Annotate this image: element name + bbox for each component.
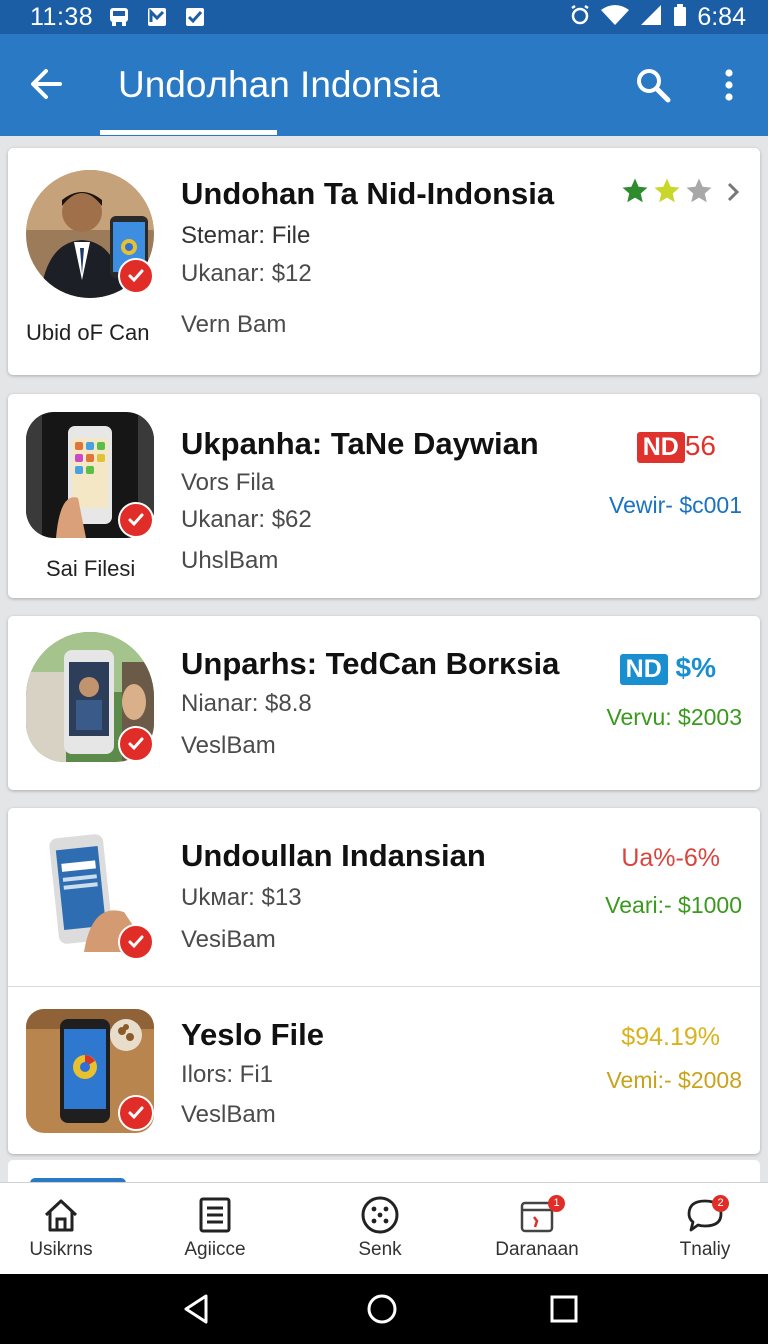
battery-icon [673, 3, 687, 31]
badge-value: $% [675, 652, 716, 683]
item-subtitle: Stemar: File [181, 222, 311, 249]
badge-value: 56 [684, 430, 716, 461]
check-icon [118, 502, 154, 538]
home-icon [41, 1195, 81, 1235]
check-icon [118, 924, 154, 960]
item-price: Ukanar: $62 [181, 506, 312, 533]
nav-item-calendar[interactable]: 1 Daranaan [462, 1183, 612, 1275]
thumb-caption: Ubid oF Can [26, 320, 150, 345]
nav-item-home[interactable]: Usikrns [0, 1183, 136, 1275]
signal-icon [639, 4, 663, 31]
notification-icon [145, 7, 169, 27]
list-item[interactable]: Yeslo File Ilors: Fi1 VeslBam $94.19% Ve… [8, 987, 760, 1154]
list-item[interactable]: Sai Filesi Ukpanha: TaNe Daywian Vors Fi… [8, 394, 760, 598]
star-empty-icon [686, 178, 712, 203]
wifi-icon [601, 4, 630, 31]
notification-badge: 1 [548, 1195, 565, 1212]
item-version: UhslBam [181, 547, 279, 574]
more-vert-icon[interactable] [716, 66, 742, 104]
app-bar: Undoлhan Indonsia [0, 34, 768, 136]
item-title: Yeslo File [181, 1017, 325, 1052]
rating [620, 176, 714, 206]
page-title: Undoлhan Indonsia [118, 64, 440, 105]
item-title: Unparhs: TedCan Borĸsia [181, 646, 560, 681]
version-text: Vemi:- $2008 [606, 1067, 742, 1093]
item-title: Undoullan Indansian [181, 838, 486, 873]
list-group: Undoullan Indansian Ukмar: $13 VesiBam U… [8, 808, 760, 1154]
tab-indicator [100, 130, 277, 135]
item-subtitle: Vors Fila [181, 469, 275, 496]
version-text: Vewir- $c001 [609, 492, 742, 518]
version-text: Veari:- $1000 [605, 892, 742, 918]
status-bar: 11:38 6:84 [0, 0, 768, 34]
nav-item-senk[interactable]: Senk [305, 1183, 455, 1275]
system-navigation-bar [0, 1274, 768, 1344]
back-arrow-icon[interactable] [28, 64, 68, 104]
nd-badge: ND [619, 654, 668, 685]
nav-item-chat[interactable]: 2 Tnaliy [630, 1183, 768, 1275]
alarm-icon [569, 4, 591, 31]
check-icon [118, 726, 154, 762]
check-icon [118, 1095, 154, 1131]
item-title: Ukpanha: TaNe Daywian [181, 426, 539, 461]
nav-label: Tnaliy [679, 1239, 731, 1260]
document-icon [195, 1195, 235, 1235]
check-box-icon [183, 7, 207, 27]
nd-badge: ND [636, 432, 685, 463]
star-filled-icon [654, 178, 680, 203]
bus-icon [107, 7, 131, 27]
item-subtitle: Ilors: Fi1 [181, 1061, 274, 1088]
nav-label: Senk [358, 1239, 402, 1260]
item-version: Vern Bam [181, 311, 287, 338]
system-recents-icon[interactable] [547, 1292, 581, 1326]
system-back-icon[interactable] [180, 1292, 214, 1326]
dots-circle-icon [360, 1195, 400, 1235]
item-price: Ukмar: $13 [181, 884, 302, 911]
list-item[interactable]: Undoullan Indansian Ukмar: $13 VesiBam U… [8, 808, 760, 986]
price-badge: ND 56 [636, 430, 716, 463]
system-home-icon[interactable] [365, 1292, 399, 1326]
star-filled-icon [622, 178, 648, 203]
price-badge: ND $% [619, 652, 716, 685]
list-item[interactable]: Ubid oF Can Undohan Ta Nid-Indonsia Stem… [8, 148, 760, 375]
item-version: VeslBam [181, 1101, 276, 1128]
version-text: Vervu: $2003 [606, 704, 742, 730]
thumb-caption: Sai Filesi [46, 556, 136, 581]
list-item[interactable]: Unparhs: TedCan Borĸsia Nianar: $8.8 Ves… [8, 616, 760, 790]
nav-label: Usikrns [29, 1239, 93, 1260]
bottom-navigation: Usikrns Agiicce Senk 1 Daranaan 2 Tnaliy [0, 1182, 768, 1274]
check-icon [118, 258, 154, 294]
notification-badge: 2 [712, 1195, 729, 1212]
nav-item-documents[interactable]: Agiicce [140, 1183, 290, 1275]
battery-time: 6:84 [697, 2, 746, 31]
status-time: 11:38 [30, 2, 94, 31]
price-change: $94.19% [621, 1023, 720, 1051]
item-price: Ukanar: $12 [181, 260, 312, 287]
search-icon[interactable] [634, 66, 672, 104]
item-version: VeslBam [181, 732, 276, 759]
nav-label: Daranaan [495, 1239, 579, 1260]
item-price: Nianar: $8.8 [181, 690, 312, 717]
chevron-right-icon[interactable] [724, 180, 742, 209]
item-title: Undohan Ta Nid-Indonsia [181, 176, 555, 211]
nav-label: Agiicce [184, 1239, 246, 1260]
price-change: Ua%-6% [621, 844, 720, 872]
item-version: VesiBam [181, 926, 276, 953]
